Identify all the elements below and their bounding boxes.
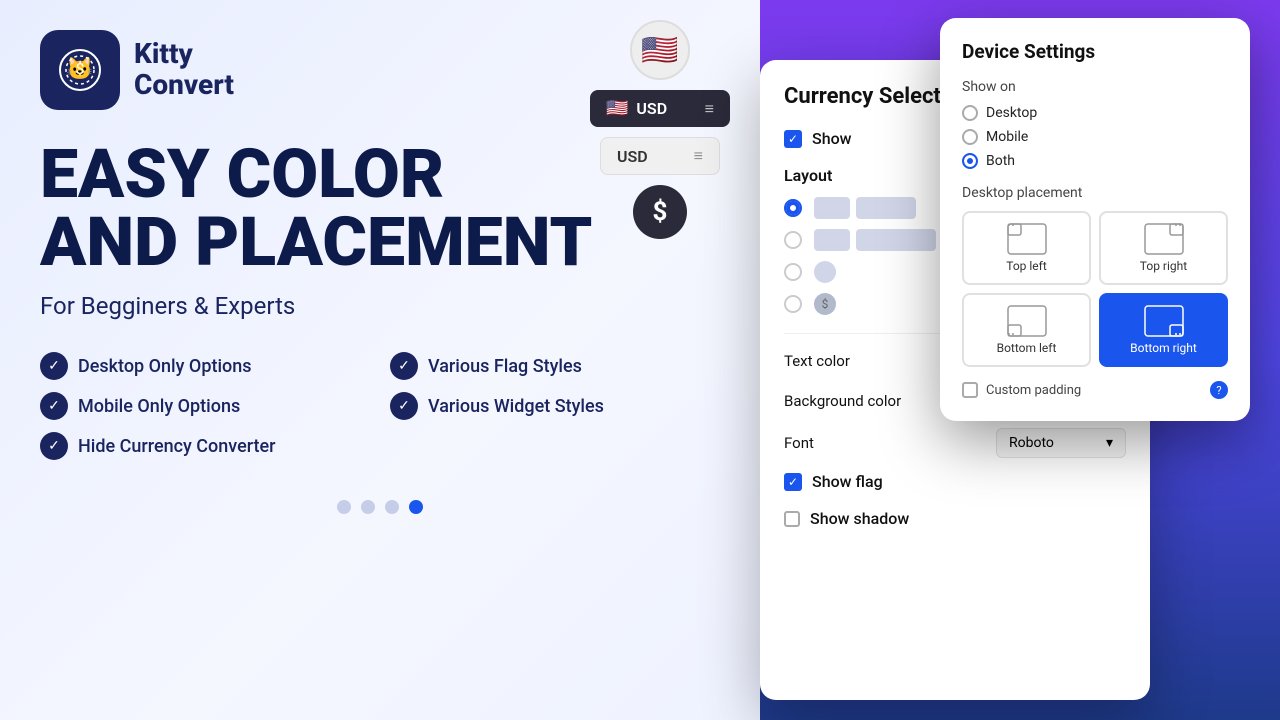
carousel-dots [40,500,720,514]
placement-bottom-right-label: Bottom right [1130,341,1197,355]
feature-label-3: Mobile Only Options [78,396,240,417]
feature-label-5: Hide Currency Converter [78,436,276,457]
radio-item-mobile: Mobile [962,129,1228,145]
dot-3[interactable] [385,500,399,514]
placement-bottom-left[interactable]: Bottom left [962,293,1091,367]
feature-item-2: ✓ Various Flag Styles [390,352,720,380]
sub-heading: For Begginers & Experts [40,292,720,320]
placement-grid: Top left Top right Bottom left [962,211,1228,367]
layout-radio-3[interactable] [784,263,802,281]
radio-both[interactable] [962,153,978,169]
device-panel-title: Device Settings [962,40,1228,63]
placement-label: Desktop placement [962,185,1228,201]
layout-block-2a [814,229,850,251]
show-flag-checkbox[interactable]: ✓ [784,473,802,491]
layout-preview-4: $ [814,293,836,315]
show-on-radio-group: Desktop Mobile Both [962,105,1228,169]
chevron-down-icon: ▾ [1106,435,1113,451]
flag-circle-preview: 🇺🇸 [630,20,690,80]
layout-block-3a [814,261,836,283]
check-icon-2: ✓ [390,352,418,380]
placement-bottom-right[interactable]: Bottom right [1099,293,1228,367]
feature-label-1: Desktop Only Options [78,356,252,377]
font-select[interactable]: Roboto ▾ [996,428,1126,458]
currency-label-light: USD [617,147,648,166]
placement-top-right-label: Top right [1140,259,1187,273]
show-on-label: Show on [962,79,1228,95]
show-flag-row: ✓ Show flag [784,472,1126,491]
feature-item-1: ✓ Desktop Only Options [40,352,370,380]
layout-block-1b [856,197,916,219]
feature-label-4: Various Widget Styles [428,396,604,417]
feature-item-3: ✓ Mobile Only Options [40,392,370,420]
dot-2[interactable] [361,500,375,514]
show-shadow-label: Show shadow [810,509,909,528]
layout-block-2b [856,229,936,251]
show-label: Show [812,129,852,148]
dollar-circle-preview: $ [633,185,687,239]
show-shadow-row: Show shadow [784,509,1126,528]
layout-block-1a [814,197,850,219]
layout-radio-4[interactable] [784,295,802,313]
placement-top-left[interactable]: Top left [962,211,1091,285]
radio-item-both: Both [962,153,1228,169]
layout-preview-3 [814,261,836,283]
placement-top-left-label: Top left [1006,259,1047,273]
currency-label-dark: USD [636,99,667,118]
widget-preview-area: 🇺🇸 🇺🇸 USD ≡ USD ≡ $ [590,20,730,239]
left-panel: 🐱 $ Kitty Convert EASY COLOR AND PLACEME… [0,0,760,720]
layout-radio-1[interactable] [784,199,802,217]
check-icon-5: ✓ [40,432,68,460]
check-icon-1: ✓ [40,352,68,380]
check-icon-4: ✓ [390,392,418,420]
layout-preview-1 [814,197,916,219]
feature-item-5: ✓ Hide Currency Converter [40,432,370,460]
radio-mobile[interactable] [962,129,978,145]
radio-desktop[interactable] [962,105,978,121]
widget-bar-dark-preview: 🇺🇸 USD ≡ [590,90,730,127]
svg-text:$: $ [76,59,85,78]
dot-4[interactable] [409,500,423,514]
feature-item-4: ✓ Various Widget Styles [390,392,720,420]
device-settings-panel: Device Settings Show on Desktop Mobile B… [940,18,1250,421]
features-grid: ✓ Desktop Only Options ✓ Various Flag St… [40,352,720,460]
radio-mobile-label: Mobile [986,129,1028,145]
placement-bottom-left-label: Bottom left [997,341,1057,355]
font-row: Font Roboto ▾ [784,428,1126,458]
layout-radio-2[interactable] [784,231,802,249]
custom-padding-row: Custom padding ? [962,381,1228,399]
bg-color-label: Background color [784,392,901,410]
dot-1[interactable] [337,500,351,514]
feature-label-2: Various Flag Styles [428,356,582,377]
logo-text: Kitty Convert [134,39,234,101]
font-label: Font [784,434,814,452]
radio-item-desktop: Desktop [962,105,1228,121]
radio-both-label: Both [986,153,1015,169]
show-checkbox[interactable]: ✓ [784,130,802,148]
check-icon-3: ✓ [40,392,68,420]
info-icon[interactable]: ? [1210,381,1228,399]
layout-preview-2 [814,229,936,251]
custom-padding-label: Custom padding [986,383,1081,398]
show-shadow-checkbox[interactable] [784,511,800,527]
radio-desktop-label: Desktop [986,105,1037,121]
font-value: Roboto [1009,435,1054,451]
widget-bar-light-preview: USD ≡ [600,137,720,175]
text-color-label: Text color [784,352,850,370]
placement-top-right[interactable]: Top right [1099,211,1228,285]
show-flag-label: Show flag [812,472,883,491]
custom-padding-checkbox[interactable] [962,382,978,398]
logo-icon: 🐱 $ [40,30,120,110]
